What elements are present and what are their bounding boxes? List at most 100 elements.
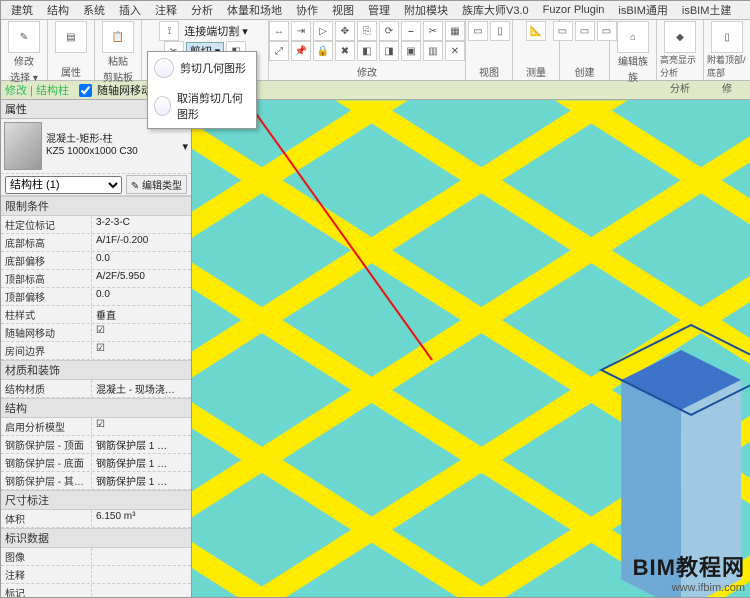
lock-icon[interactable]: 🔒 bbox=[313, 41, 333, 61]
type-preview-icon bbox=[4, 122, 42, 170]
prop-row[interactable]: 柱定位标记3-2-3-C bbox=[1, 216, 191, 234]
prop-value[interactable]: 垂直 bbox=[92, 306, 191, 323]
menu-item[interactable]: isBIM通用 bbox=[612, 2, 674, 18]
cut-geom-icon bbox=[154, 58, 174, 78]
measure-icon[interactable]: 📐 bbox=[526, 21, 546, 41]
prop-key: 结构材质 bbox=[1, 380, 92, 397]
split-icon[interactable]: ✂ bbox=[423, 21, 443, 41]
properties-panel: 属性 混凝土-矩形-柱KZ5 1000x1000 C30 ▾ 结构柱 (1) ✎… bbox=[1, 100, 192, 598]
menu-item[interactable]: 结构 bbox=[41, 2, 75, 18]
instance-filter[interactable]: 结构柱 (1) bbox=[5, 176, 122, 194]
menu-item[interactable]: 附加模块 bbox=[398, 2, 454, 18]
modify-icon[interactable]: ▥ bbox=[423, 41, 443, 61]
view-icon[interactable]: ▭ bbox=[468, 21, 488, 41]
paste-button[interactable]: 📋 bbox=[102, 21, 134, 53]
prop-row[interactable]: 结构材质混凝土 - 现场浇… bbox=[1, 380, 191, 398]
prop-group-header[interactable]: 尺寸标注 bbox=[1, 490, 191, 510]
menu-item[interactable]: 插入 bbox=[113, 2, 147, 18]
prop-value[interactable] bbox=[92, 548, 191, 565]
prop-value[interactable]: 6.150 m³ bbox=[92, 510, 191, 527]
modify-icon[interactable]: ▣ bbox=[401, 41, 421, 61]
prop-value[interactable]: 3-2-3-C bbox=[92, 216, 191, 233]
menu-item[interactable]: 分析 bbox=[185, 2, 219, 18]
uncut-geometry-item[interactable]: 取消剪切几何图形 bbox=[148, 84, 256, 128]
prop-value[interactable]: 钢筋保护层 1 … bbox=[92, 436, 191, 453]
menu-item[interactable]: isBIM土建 bbox=[676, 2, 738, 18]
prop-row[interactable]: 注释 bbox=[1, 566, 191, 584]
mirror-icon[interactable]: ▷ bbox=[313, 21, 333, 41]
properties-button[interactable]: ▤ bbox=[55, 21, 87, 53]
delete-icon[interactable]: ✖ bbox=[335, 41, 355, 61]
prop-value[interactable]: A/1F/-0.200 bbox=[92, 234, 191, 251]
prop-value[interactable]: ☑ bbox=[92, 342, 191, 359]
pin-icon[interactable]: 📌 bbox=[291, 41, 311, 61]
rotate-icon[interactable]: ⟳ bbox=[379, 21, 399, 41]
trim-icon[interactable]: ⎯ bbox=[401, 21, 421, 41]
prop-value[interactable]: 混凝土 - 现场浇… bbox=[92, 380, 191, 397]
prop-value[interactable]: A/2F/5.950 bbox=[92, 270, 191, 287]
cope-icon[interactable]: ⟟ bbox=[159, 21, 179, 41]
cut-geometry-item[interactable]: 剪切几何图形 bbox=[148, 52, 256, 84]
prop-value[interactable]: 钢筋保护层 1 … bbox=[92, 454, 191, 471]
prop-value[interactable]: ☑ bbox=[92, 324, 191, 341]
prop-row[interactable]: 启用分析模型☑ bbox=[1, 418, 191, 436]
prop-row[interactable]: 顶部标高A/2F/5.950 bbox=[1, 270, 191, 288]
attach-button[interactable]: ▯ bbox=[711, 21, 743, 53]
highlight-analysis-button[interactable]: ◆ bbox=[664, 21, 696, 53]
join-end-cut-dropdown[interactable]: 连接端切割 ▾ bbox=[181, 23, 251, 39]
prop-row[interactable]: 顶部偏移0.0 bbox=[1, 288, 191, 306]
prop-row[interactable]: 钢筋保护层 - 顶面钢筋保护层 1 … bbox=[1, 436, 191, 454]
move-icon[interactable]: ✥ bbox=[335, 21, 355, 41]
edit-type-button[interactable]: ✎ 编辑类型 bbox=[126, 175, 187, 194]
menu-item[interactable]: 建筑 bbox=[5, 2, 39, 18]
prop-value[interactable]: 0.0 bbox=[92, 288, 191, 305]
menu-item[interactable]: 协作 bbox=[290, 2, 324, 18]
prop-row[interactable]: 体积6.150 m³ bbox=[1, 510, 191, 528]
prop-row[interactable]: 底部标高A/1F/-0.200 bbox=[1, 234, 191, 252]
prop-row[interactable]: 柱样式垂直 bbox=[1, 306, 191, 324]
copy-icon[interactable]: ⎘ bbox=[357, 21, 377, 41]
prop-key: 顶部偏移 bbox=[1, 288, 92, 305]
prop-group-header[interactable]: 标识数据 bbox=[1, 528, 191, 548]
prop-row[interactable]: 钢筋保护层 - 底面钢筋保护层 1 … bbox=[1, 454, 191, 472]
menu-item[interactable]: 管理 bbox=[362, 2, 396, 18]
prop-row[interactable]: 房间边界☑ bbox=[1, 342, 191, 360]
prop-row[interactable]: 底部偏移0.0 bbox=[1, 252, 191, 270]
chevron-down-icon[interactable]: ▾ bbox=[182, 140, 188, 153]
prop-row[interactable]: 图像 bbox=[1, 548, 191, 566]
menu-item[interactable]: 注释 bbox=[149, 2, 183, 18]
modify-icon[interactable]: ✕ bbox=[445, 41, 465, 61]
viewport-3d[interactable]: BIM教程网 www.ifbim.com bbox=[192, 100, 750, 598]
move-with-grid-checkbox[interactable]: 随轴网移动 bbox=[75, 81, 152, 100]
prop-row[interactable]: 随轴网移动☑ bbox=[1, 324, 191, 342]
prop-value[interactable]: 钢筋保护层 1 … bbox=[92, 472, 191, 489]
context-title: 修改 | 结构柱 bbox=[5, 82, 69, 98]
prop-value[interactable]: 0.0 bbox=[92, 252, 191, 269]
prop-key: 底部偏移 bbox=[1, 252, 92, 269]
array-icon[interactable]: ▦ bbox=[445, 21, 465, 41]
properties-grid[interactable]: 限制条件柱定位标记3-2-3-C底部标高A/1F/-0.200底部偏移0.0顶部… bbox=[1, 196, 191, 598]
menu-item[interactable]: 族库大师V3.0 bbox=[456, 2, 535, 18]
menu-item[interactable]: 视图 bbox=[326, 2, 360, 18]
prop-group-header[interactable]: 材质和装饰 bbox=[1, 360, 191, 380]
menu-item[interactable]: Fuzor Plugin bbox=[537, 4, 611, 16]
menu-item[interactable]: 体量和场地 bbox=[221, 2, 288, 18]
prop-group-header[interactable]: 限制条件 bbox=[1, 196, 191, 216]
prop-row[interactable]: 钢筋保护层 - 其…钢筋保护层 1 … bbox=[1, 472, 191, 490]
model-canvas[interactable] bbox=[192, 100, 750, 598]
create-icon[interactable]: ▭ bbox=[575, 21, 595, 41]
prop-group-header[interactable]: 结构 bbox=[1, 398, 191, 418]
create-icon[interactable]: ▭ bbox=[553, 21, 573, 41]
edit-family-button[interactable]: ⌂ bbox=[617, 21, 649, 53]
menu-item[interactable]: 系统 bbox=[77, 2, 111, 18]
view-icon[interactable]: ▯ bbox=[490, 21, 510, 41]
modify-icon[interactable]: ◧ bbox=[357, 41, 377, 61]
prop-value[interactable]: ☑ bbox=[92, 418, 191, 435]
prop-key: 钢筋保护层 - 底面 bbox=[1, 454, 92, 471]
offset-icon[interactable]: ⇥ bbox=[291, 21, 311, 41]
scale-icon[interactable]: ⤢ bbox=[269, 41, 289, 61]
modify-icon[interactable]: ◨ bbox=[379, 41, 399, 61]
align-icon[interactable]: ↔ bbox=[269, 21, 289, 41]
prop-value[interactable] bbox=[92, 566, 191, 583]
modify-button[interactable]: ✎ bbox=[8, 21, 40, 53]
